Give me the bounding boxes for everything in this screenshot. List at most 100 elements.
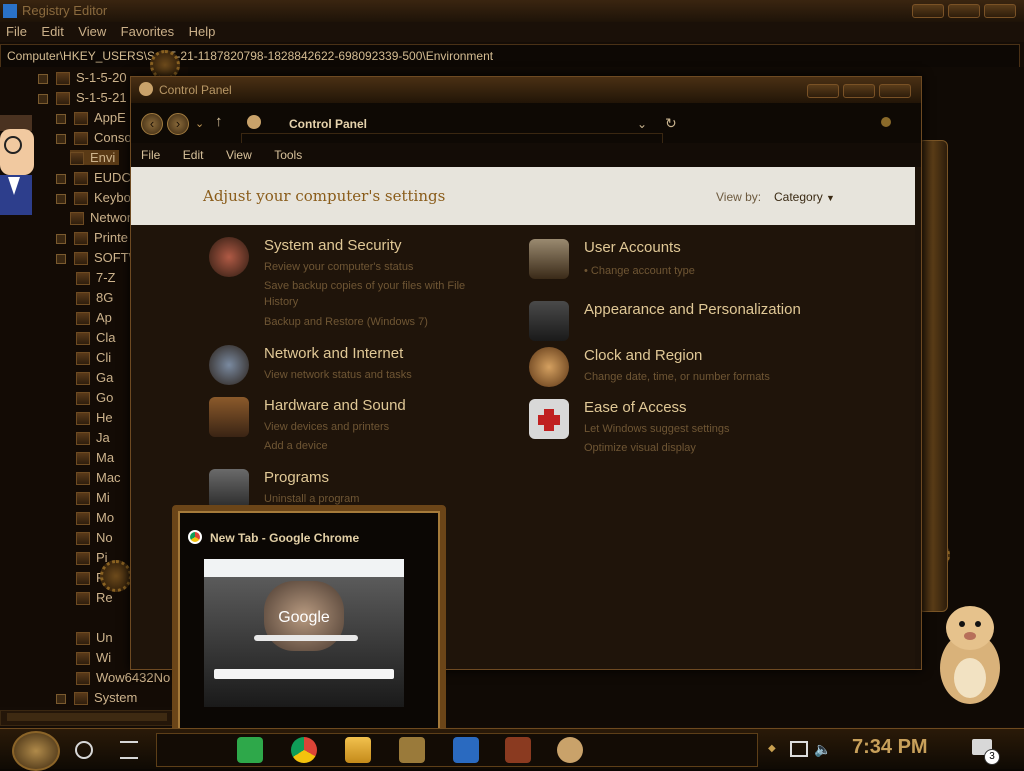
chrome-thumbnail-preview[interactable]: New Tab - Google Chrome Google bbox=[172, 505, 446, 739]
category-link[interactable]: Backup and Restore (Windows 7) bbox=[264, 316, 428, 328]
menu-file[interactable]: File bbox=[141, 148, 160, 162]
minimize-button[interactable] bbox=[912, 4, 944, 18]
expander-icon[interactable] bbox=[56, 693, 66, 704]
task-view-icon[interactable] bbox=[120, 741, 138, 759]
menu-edit[interactable]: Edit bbox=[183, 148, 204, 162]
tree-item[interactable]: Wow6432No bbox=[76, 670, 170, 686]
menu-tools[interactable]: Tools bbox=[274, 148, 302, 162]
search-icon[interactable] bbox=[881, 117, 891, 127]
tree-item[interactable]: Ma bbox=[76, 450, 114, 466]
category-title[interactable]: Clock and Region bbox=[584, 347, 702, 364]
category-link[interactable]: • Change account type bbox=[584, 265, 695, 277]
category-link[interactable]: Add a device bbox=[264, 440, 328, 452]
menu-edit[interactable]: Edit bbox=[41, 24, 63, 39]
speaker-mute-icon[interactable]: 🔈 bbox=[814, 741, 831, 758]
show-hidden-icons-icon[interactable]: ◆ bbox=[768, 743, 776, 754]
tree-item[interactable]: He bbox=[76, 410, 113, 426]
tree-item[interactable]: 7-Z bbox=[76, 270, 116, 286]
address-dropdown-icon[interactable]: ⌄ bbox=[637, 117, 647, 131]
tree-item[interactable]: Conso bbox=[56, 130, 132, 146]
category-link[interactable]: Save backup copies of your files with Fi… bbox=[264, 280, 465, 292]
tree-item[interactable]: EUDC bbox=[56, 170, 131, 186]
forward-arrow-icon[interactable]: › bbox=[167, 113, 189, 135]
menu-favorites[interactable]: Favorites bbox=[121, 24, 174, 39]
expander-icon[interactable] bbox=[38, 93, 48, 104]
address-path-text[interactable]: Control Panel bbox=[289, 117, 367, 131]
expander-icon[interactable] bbox=[56, 133, 66, 144]
tree-item[interactable]: Pi bbox=[76, 550, 108, 566]
menu-view[interactable]: View bbox=[226, 148, 252, 162]
tree-item[interactable]: Printe bbox=[56, 230, 128, 246]
search-icon[interactable] bbox=[75, 741, 93, 759]
image-app-icon[interactable] bbox=[399, 737, 425, 763]
tree-item[interactable]: Cla bbox=[76, 330, 116, 346]
maximize-button[interactable] bbox=[843, 84, 875, 98]
registry-title-bar[interactable]: Registry Editor bbox=[0, 0, 1024, 23]
control-panel-app-icon[interactable] bbox=[557, 737, 583, 763]
category-title[interactable]: Ease of Access bbox=[584, 399, 687, 416]
tree-item[interactable]: Mac bbox=[76, 470, 121, 486]
tree-item[interactable]: Re bbox=[76, 590, 113, 606]
tree-item[interactable]: Ga bbox=[76, 370, 113, 386]
category-link[interactable]: Review your computer's status bbox=[264, 261, 413, 273]
expander-icon[interactable] bbox=[56, 193, 66, 204]
maximize-button[interactable] bbox=[948, 4, 980, 18]
scrollbar-thumb[interactable] bbox=[7, 713, 167, 721]
category-link[interactable]: Optimize visual display bbox=[584, 442, 696, 454]
expander-icon[interactable] bbox=[38, 73, 48, 84]
tree-item[interactable]: Mi bbox=[76, 490, 110, 506]
taskbar-clock[interactable]: 7:34 PM bbox=[852, 736, 928, 759]
category-link[interactable]: View devices and printers bbox=[264, 421, 389, 433]
tree-item[interactable]: Go bbox=[76, 390, 113, 406]
category-title[interactable]: User Accounts bbox=[584, 239, 681, 256]
refresh-icon[interactable]: ↻ bbox=[665, 115, 677, 132]
close-button[interactable] bbox=[879, 84, 911, 98]
category-title[interactable]: Network and Internet bbox=[264, 345, 403, 362]
category-title[interactable]: Appearance and Personalization bbox=[584, 301, 801, 318]
category-link[interactable]: Change date, time, or number formats bbox=[584, 371, 770, 383]
registry-address-text[interactable]: Computer\HKEY_USERS\S-1-5-21-1187820798-… bbox=[1, 49, 493, 63]
tree-item[interactable]: No bbox=[76, 530, 113, 546]
category-link[interactable]: Uninstall a program bbox=[264, 493, 359, 505]
control-panel-title-bar[interactable]: Control Panel bbox=[131, 77, 921, 103]
tools-app-icon[interactable] bbox=[505, 737, 531, 763]
minimize-button[interactable] bbox=[807, 84, 839, 98]
expander-icon[interactable] bbox=[56, 173, 66, 184]
gear-start-icon[interactable] bbox=[12, 731, 60, 771]
network-icon[interactable] bbox=[790, 741, 808, 757]
category-title[interactable]: Hardware and Sound bbox=[264, 397, 406, 414]
tree-item[interactable]: AppE bbox=[56, 110, 126, 126]
horizontal-scrollbar[interactable] bbox=[0, 710, 182, 726]
chrome-icon[interactable] bbox=[291, 737, 317, 763]
category-title[interactable]: System and Security bbox=[264, 237, 402, 254]
network-app-icon[interactable] bbox=[453, 737, 479, 763]
tree-item[interactable]: System bbox=[56, 690, 137, 706]
category-title[interactable]: Programs bbox=[264, 469, 329, 486]
recent-locations-dropdown-icon[interactable]: ⌄ bbox=[195, 117, 204, 130]
tree-item[interactable]: S-1-5-20 bbox=[38, 70, 127, 86]
menu-file[interactable]: File bbox=[6, 24, 27, 39]
tree-item[interactable]: 8G bbox=[76, 290, 113, 306]
category-link[interactable]: Let Windows suggest settings bbox=[584, 423, 730, 435]
tree-item[interactable]: Ja bbox=[76, 430, 110, 446]
close-button[interactable] bbox=[984, 4, 1016, 18]
up-arrow-icon[interactable]: ↑ bbox=[215, 113, 223, 130]
sheets-app-icon[interactable] bbox=[237, 737, 263, 763]
menu-help[interactable]: Help bbox=[189, 24, 216, 39]
view-by-dropdown[interactable]: Category ▼ bbox=[774, 190, 835, 204]
tree-item[interactable]: Mo bbox=[76, 510, 114, 526]
expander-icon[interactable] bbox=[56, 253, 66, 264]
thumbnail-window-preview[interactable]: Google bbox=[204, 559, 404, 707]
tree-item[interactable]: Un bbox=[76, 630, 113, 646]
tree-item[interactable]: Networ bbox=[70, 210, 131, 226]
category-link[interactable]: View network status and tasks bbox=[264, 369, 412, 381]
tree-item[interactable]: Wi bbox=[76, 650, 111, 666]
tree-item[interactable]: S-1-5-21 bbox=[38, 90, 127, 106]
expander-icon[interactable] bbox=[56, 113, 66, 124]
folder-icon[interactable] bbox=[345, 737, 371, 763]
category-link[interactable]: History bbox=[264, 296, 298, 308]
menu-view[interactable]: View bbox=[78, 24, 106, 39]
tree-item[interactable]: Ap bbox=[76, 310, 112, 326]
back-arrow-icon[interactable]: ‹ bbox=[141, 113, 163, 135]
expander-icon[interactable] bbox=[56, 233, 66, 244]
